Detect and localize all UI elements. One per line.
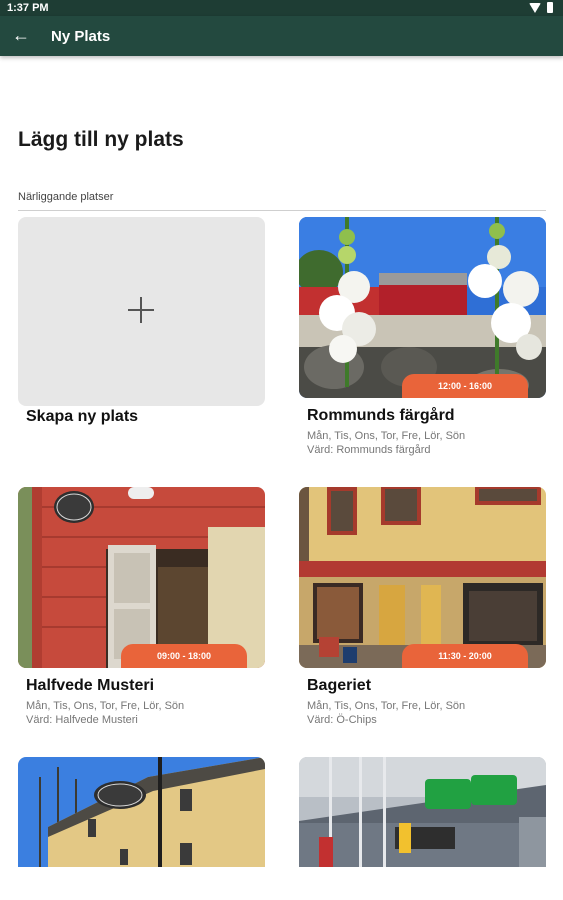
place-name: Halfvede Musteri <box>26 677 155 694</box>
plus-icon <box>128 297 154 323</box>
app-bar: ← Ny Plats <box>0 16 563 56</box>
farm-photo <box>299 217 546 398</box>
arrow-back-icon[interactable]: ← <box>10 24 32 46</box>
place-host: Värd: Ö-Chips <box>307 714 377 726</box>
place-card-rommunds[interactable]: 12:00 - 16:00 Rommunds färgård Mån, Tis,… <box>299 217 546 456</box>
opening-hours-badge: 09:00 - 18:00 <box>121 644 247 668</box>
divider <box>18 210 546 211</box>
create-place-label: Skapa ny plats <box>26 408 139 425</box>
place-days: Mån, Tis, Ons, Tor, Fre, Lör, Sön <box>307 430 466 442</box>
opening-hours-badge: 12:00 - 16:00 <box>402 374 528 398</box>
place-card-partial-right[interactable] <box>299 757 546 867</box>
create-place-tile[interactable] <box>18 217 265 406</box>
shopping-center-photo <box>299 757 546 867</box>
place-host: Värd: Halfvede Musteri <box>26 714 138 726</box>
place-card-halfvede[interactable]: 09:00 - 18:00 Halfvede Musteri Mån, Tis,… <box>18 487 265 726</box>
status-time: 1:37 PM <box>7 2 49 14</box>
place-days: Mån, Tis, Ons, Tor, Fre, Lör, Sön <box>26 700 185 712</box>
place-image[interactable] <box>18 757 265 867</box>
cider-house-photo <box>18 487 265 668</box>
place-image[interactable]: 09:00 - 18:00 <box>18 487 265 668</box>
opening-hours-badge: 11:30 - 20:00 <box>402 644 528 668</box>
place-image[interactable] <box>299 757 546 867</box>
status-bar: 1:37 PM <box>0 0 563 16</box>
place-image[interactable]: 12:00 - 16:00 <box>299 217 546 398</box>
battery-icon <box>547 2 553 13</box>
place-days: Mån, Tis, Ons, Tor, Fre, Lör, Sön <box>307 700 466 712</box>
place-card-bageriet[interactable]: 11:30 - 20:00 Bageriet Mån, Tis, Ons, To… <box>299 487 546 726</box>
section-label: Närliggande platser <box>18 191 114 203</box>
bakery-photo <box>299 487 546 668</box>
place-card-partial-left[interactable] <box>18 757 265 867</box>
place-image[interactable]: 11:30 - 20:00 <box>299 487 546 668</box>
place-name: Rommunds färgård <box>307 407 455 424</box>
yellow-house-photo <box>18 757 265 867</box>
place-name: Bageriet <box>307 677 372 694</box>
app-bar-title: Ny Plats <box>51 28 111 45</box>
wifi-icon <box>529 2 541 13</box>
place-host: Värd: Rommunds färgård <box>307 444 431 456</box>
page-title: Lägg till ny plats <box>18 128 184 151</box>
create-place-card[interactable]: Skapa ny plats <box>18 217 265 425</box>
